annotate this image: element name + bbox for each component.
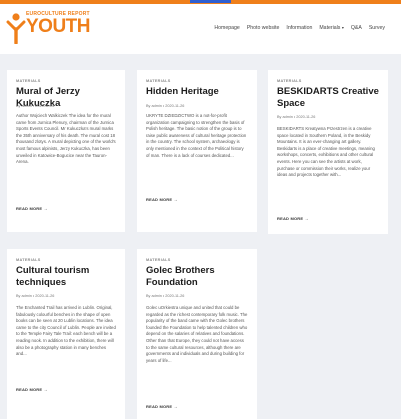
read-more-link[interactable]: READ MORE →: [146, 197, 178, 202]
nav-homepage[interactable]: Homepage: [214, 25, 239, 31]
post-category[interactable]: Materials: [146, 79, 171, 83]
logo-wordmark: YOUTH: [26, 16, 91, 37]
read-more-link[interactable]: READ MORE →: [16, 387, 48, 392]
post-category[interactable]: Materials: [16, 79, 41, 83]
post-excerpt: The Enchanted Trail has arrived in Lubli…: [16, 305, 116, 357]
nav-survey[interactable]: Survey: [369, 25, 385, 31]
nav-materials-label: Materials: [319, 25, 341, 31]
post-excerpt: Golec uOrkiestra unique and united that …: [146, 305, 248, 363]
post-excerpt: UKRYTE DZIEDZICTWO is a not-for-profit o…: [146, 113, 247, 158]
post-meta: By admin • 2020-11-26: [146, 104, 185, 108]
post-title[interactable]: Hidden Heritage: [146, 86, 249, 98]
post-meta: By admin • 2020-11-26: [16, 294, 55, 298]
post-title[interactable]: Golec Brothers Foundation: [146, 265, 249, 289]
nav-photo-website[interactable]: Photo website: [247, 25, 280, 31]
post-title[interactable]: BESKIDARTS Creative Space: [277, 86, 380, 110]
post-meta: By admin • 2020-11-26: [146, 294, 185, 298]
nav-qa[interactable]: Q&A: [351, 25, 362, 31]
nav-information[interactable]: Information: [286, 25, 312, 31]
post-card: Materials BESKIDARTS Creative Space By a…: [268, 70, 388, 234]
post-card: Materials Cultural tourism techniques By…: [7, 249, 125, 419]
post-excerpt: Author Wojciech Walkiczek The idea for t…: [16, 113, 116, 165]
read-more-link[interactable]: READ MORE →: [16, 206, 48, 211]
top-highlight-strip: [190, 0, 231, 3]
post-meta: By admin • 2020-11-26: [16, 104, 55, 108]
chevron-down-icon: ▾: [341, 25, 344, 30]
site-header: EUROCULTURE REPORT YOUTH Homepage Photo …: [0, 4, 401, 54]
post-category[interactable]: Materials: [277, 79, 302, 83]
post-card: Materials Mural of Jerzy Kukuczka By adm…: [7, 70, 125, 232]
post-category[interactable]: Materials: [16, 258, 41, 262]
site-logo[interactable]: EUROCULTURE REPORT YOUTH: [6, 10, 91, 50]
nav-materials[interactable]: Materials ▾: [319, 25, 344, 31]
logo-figure-icon: [6, 13, 26, 44]
main-nav: Homepage Photo website Information Mater…: [214, 25, 385, 31]
post-meta: By admin • 2020-11-26: [277, 115, 316, 119]
post-title[interactable]: Cultural tourism techniques: [16, 265, 117, 289]
read-more-link[interactable]: READ MORE →: [146, 404, 178, 409]
post-category[interactable]: Materials: [146, 258, 171, 262]
post-card: Materials Golec Brothers Foundation By a…: [137, 249, 257, 419]
read-more-link[interactable]: READ MORE →: [277, 216, 309, 221]
post-excerpt: BESKIDARTS Kreatywna Przestrzen is a cre…: [277, 126, 375, 178]
post-card: Materials Hidden Heritage By admin • 202…: [137, 70, 257, 232]
